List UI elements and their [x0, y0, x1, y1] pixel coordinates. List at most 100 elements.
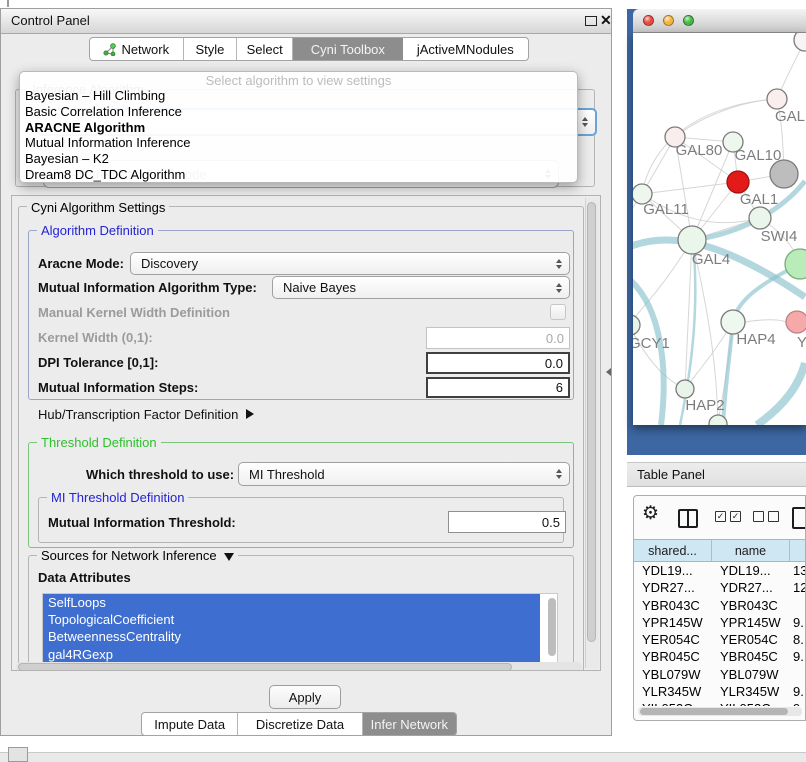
attribute-item-selected[interactable]: BetweennessCentrality [43, 628, 540, 645]
table-row[interactable]: YLR345WYLR345W9. [634, 683, 806, 700]
sources-group-title[interactable]: Sources for Network Inference [37, 548, 238, 563]
tab-impute-data[interactable]: Impute Data [142, 713, 238, 735]
data-attributes-label: Data Attributes [38, 570, 131, 585]
network-edge [757, 363, 805, 425]
tab-label: Network [121, 42, 169, 57]
table-row[interactable]: YBR045CYBR045C9. [634, 648, 806, 665]
dpi-tolerance-field[interactable]: 0.0 [426, 352, 570, 374]
split-columns-icon[interactable] [678, 509, 698, 528]
which-threshold-value: MI Threshold [249, 467, 325, 482]
network-node-gal4[interactable] [678, 226, 706, 254]
unchecked-columns-icon[interactable] [753, 511, 779, 522]
tab-label: Impute Data [154, 717, 225, 732]
network-node-y[interactable] [786, 311, 806, 333]
table-row[interactable]: YDR27...YDR27...12 [634, 579, 806, 596]
column-header[interactable]: A [790, 539, 806, 562]
table-cell: 9. [790, 649, 806, 664]
network-edge [642, 182, 738, 194]
table-cell: YBR045C [634, 649, 712, 664]
gear-icon[interactable]: ⚙ [642, 504, 659, 524]
file-icon[interactable] [792, 507, 806, 529]
table-cell: 13 [790, 563, 806, 578]
hub-definition-toggle[interactable]: Hub/Transcription Factor Definition [38, 407, 254, 422]
aracne-mode-combo[interactable]: Discovery [130, 252, 570, 275]
kernel-width-field[interactable]: 0.0 [426, 327, 570, 349]
tab-select[interactable]: Select [237, 38, 293, 60]
network-node-gal[interactable] [767, 89, 787, 109]
table-cell: YPR145W [712, 615, 790, 630]
mi-threshold-field[interactable]: 0.5 [448, 511, 566, 533]
column-header[interactable]: shared... [634, 539, 712, 562]
column-header[interactable]: name [712, 539, 790, 562]
expand-right-icon [246, 409, 254, 419]
table-horizontal-scrollbar[interactable] [638, 707, 802, 716]
network-node-swi4[interactable] [749, 207, 771, 229]
mi-type-combo[interactable]: Naive Bayes [272, 276, 570, 299]
table-row[interactable]: YPR145WYPR145W9. [634, 614, 806, 631]
control-panel: Control Panel ✕ Network Style SelectCyni T… [0, 8, 612, 736]
algorithm-option[interactable]: ARACNE Algorithm [20, 120, 577, 136]
table-cell: YIL052C [712, 701, 790, 706]
network-node[interactable] [794, 33, 806, 51]
zoom-traffic-light[interactable] [683, 15, 694, 26]
table-row[interactable]: YDL19...YDL19...13 [634, 562, 806, 579]
algorithm-option[interactable]: Dream8 DC_TDC Algorithm [20, 167, 577, 183]
algorithm-option[interactable]: Bayesian – Hill Climbing [20, 88, 577, 104]
table-panel-title: Table Panel [637, 467, 705, 482]
network-node[interactable] [785, 249, 806, 279]
network-graph[interactable]: GALGAL80GAL10GAL1GAL11SWI4GAL4GCY1HAP4YH… [633, 33, 806, 425]
algorithm-option[interactable]: Basic Correlation Inference [20, 104, 577, 120]
network-node-gal1[interactable] [727, 171, 749, 193]
table-row[interactable]: YBL079WYBL079W [634, 666, 806, 683]
settings-vertical-scrollbar-thumb[interactable] [587, 202, 596, 642]
node-label: GCY1 [633, 335, 670, 352]
data-attributes-list[interactable]: SelfLoopsTopologicalCoefficientBetweenne… [42, 593, 558, 663]
attribute-item-selected[interactable]: gal4RGexp [43, 646, 540, 663]
checked-columns-icon[interactable]: ✓✓ [715, 511, 741, 522]
table-row[interactable]: YIL052CYIL052C9 [634, 700, 806, 706]
network-node-hap2[interactable] [676, 380, 694, 398]
attribute-item-selected[interactable]: TopologicalCoefficient [43, 611, 540, 628]
list-scrollbar-thumb[interactable] [548, 598, 556, 656]
mi-type-label: Mutual Information Algorithm Type: [38, 280, 257, 295]
control-panel-title: Control Panel [11, 13, 90, 28]
table-panel-titlebar: Table Panel [627, 462, 806, 487]
table-cell: YPR145W [634, 615, 712, 630]
manual-kernel-checkbox[interactable] [550, 304, 566, 320]
attribute-item-selected[interactable]: SelfLoops [43, 594, 540, 611]
tab-discretize-data[interactable]: Discretize Data [238, 713, 362, 735]
tab-infer-network[interactable]: Infer Network [363, 713, 456, 735]
mi-steps-label: Mutual Information Steps: [38, 380, 198, 395]
table-row[interactable]: YER054CYER054C8. [634, 631, 806, 648]
network-view-canvas[interactable]: GALGAL80GAL10GAL1GAL11SWI4GAL4GCY1HAP4YH… [633, 33, 806, 425]
algorithm-option[interactable]: Mutual Information Inference [20, 135, 577, 151]
combo-arrows-icon [556, 283, 562, 293]
table-cell: YBL079W [712, 667, 790, 682]
tab-style[interactable]: Style [184, 38, 238, 60]
hub-definition-label: Hub/Transcription Factor Definition [38, 407, 238, 422]
tab-jactivemnodules[interactable]: jActiveMNodules [403, 38, 528, 60]
network-icon [103, 43, 116, 56]
which-threshold-combo[interactable]: MI Threshold [238, 462, 570, 486]
minimize-traffic-light[interactable] [663, 15, 674, 26]
table-cell: YDL19... [712, 563, 790, 578]
table-horizontal-scrollbar-thumb[interactable] [640, 708, 788, 715]
apply-button[interactable]: Apply [269, 685, 341, 709]
tab-cyni-toolbox[interactable]: Cyni Toolbox [293, 38, 403, 60]
network-window-titlebar[interactable] [633, 9, 806, 33]
table-row[interactable]: YBR043CYBR043C [634, 597, 806, 614]
bottom-left-panel-icon[interactable] [8, 747, 28, 762]
close-traffic-light[interactable] [643, 15, 654, 26]
splitter-collapse-arrow[interactable] [606, 368, 611, 376]
algorithm-option[interactable]: Bayesian – K2 [20, 151, 577, 167]
mi-steps-field[interactable]: 6 [426, 377, 570, 398]
settings-horizontal-scrollbar-thumb[interactable] [18, 663, 512, 671]
network-node-gcy1[interactable] [633, 315, 640, 335]
table-cell: YER054C [712, 632, 790, 647]
network-node[interactable] [770, 160, 798, 188]
tab-label: Style [196, 42, 225, 57]
tab-network[interactable]: Network [90, 38, 184, 60]
close-icon[interactable]: ✕ [600, 12, 612, 29]
network-edge [633, 279, 664, 425]
float-window-icon[interactable] [585, 16, 597, 26]
